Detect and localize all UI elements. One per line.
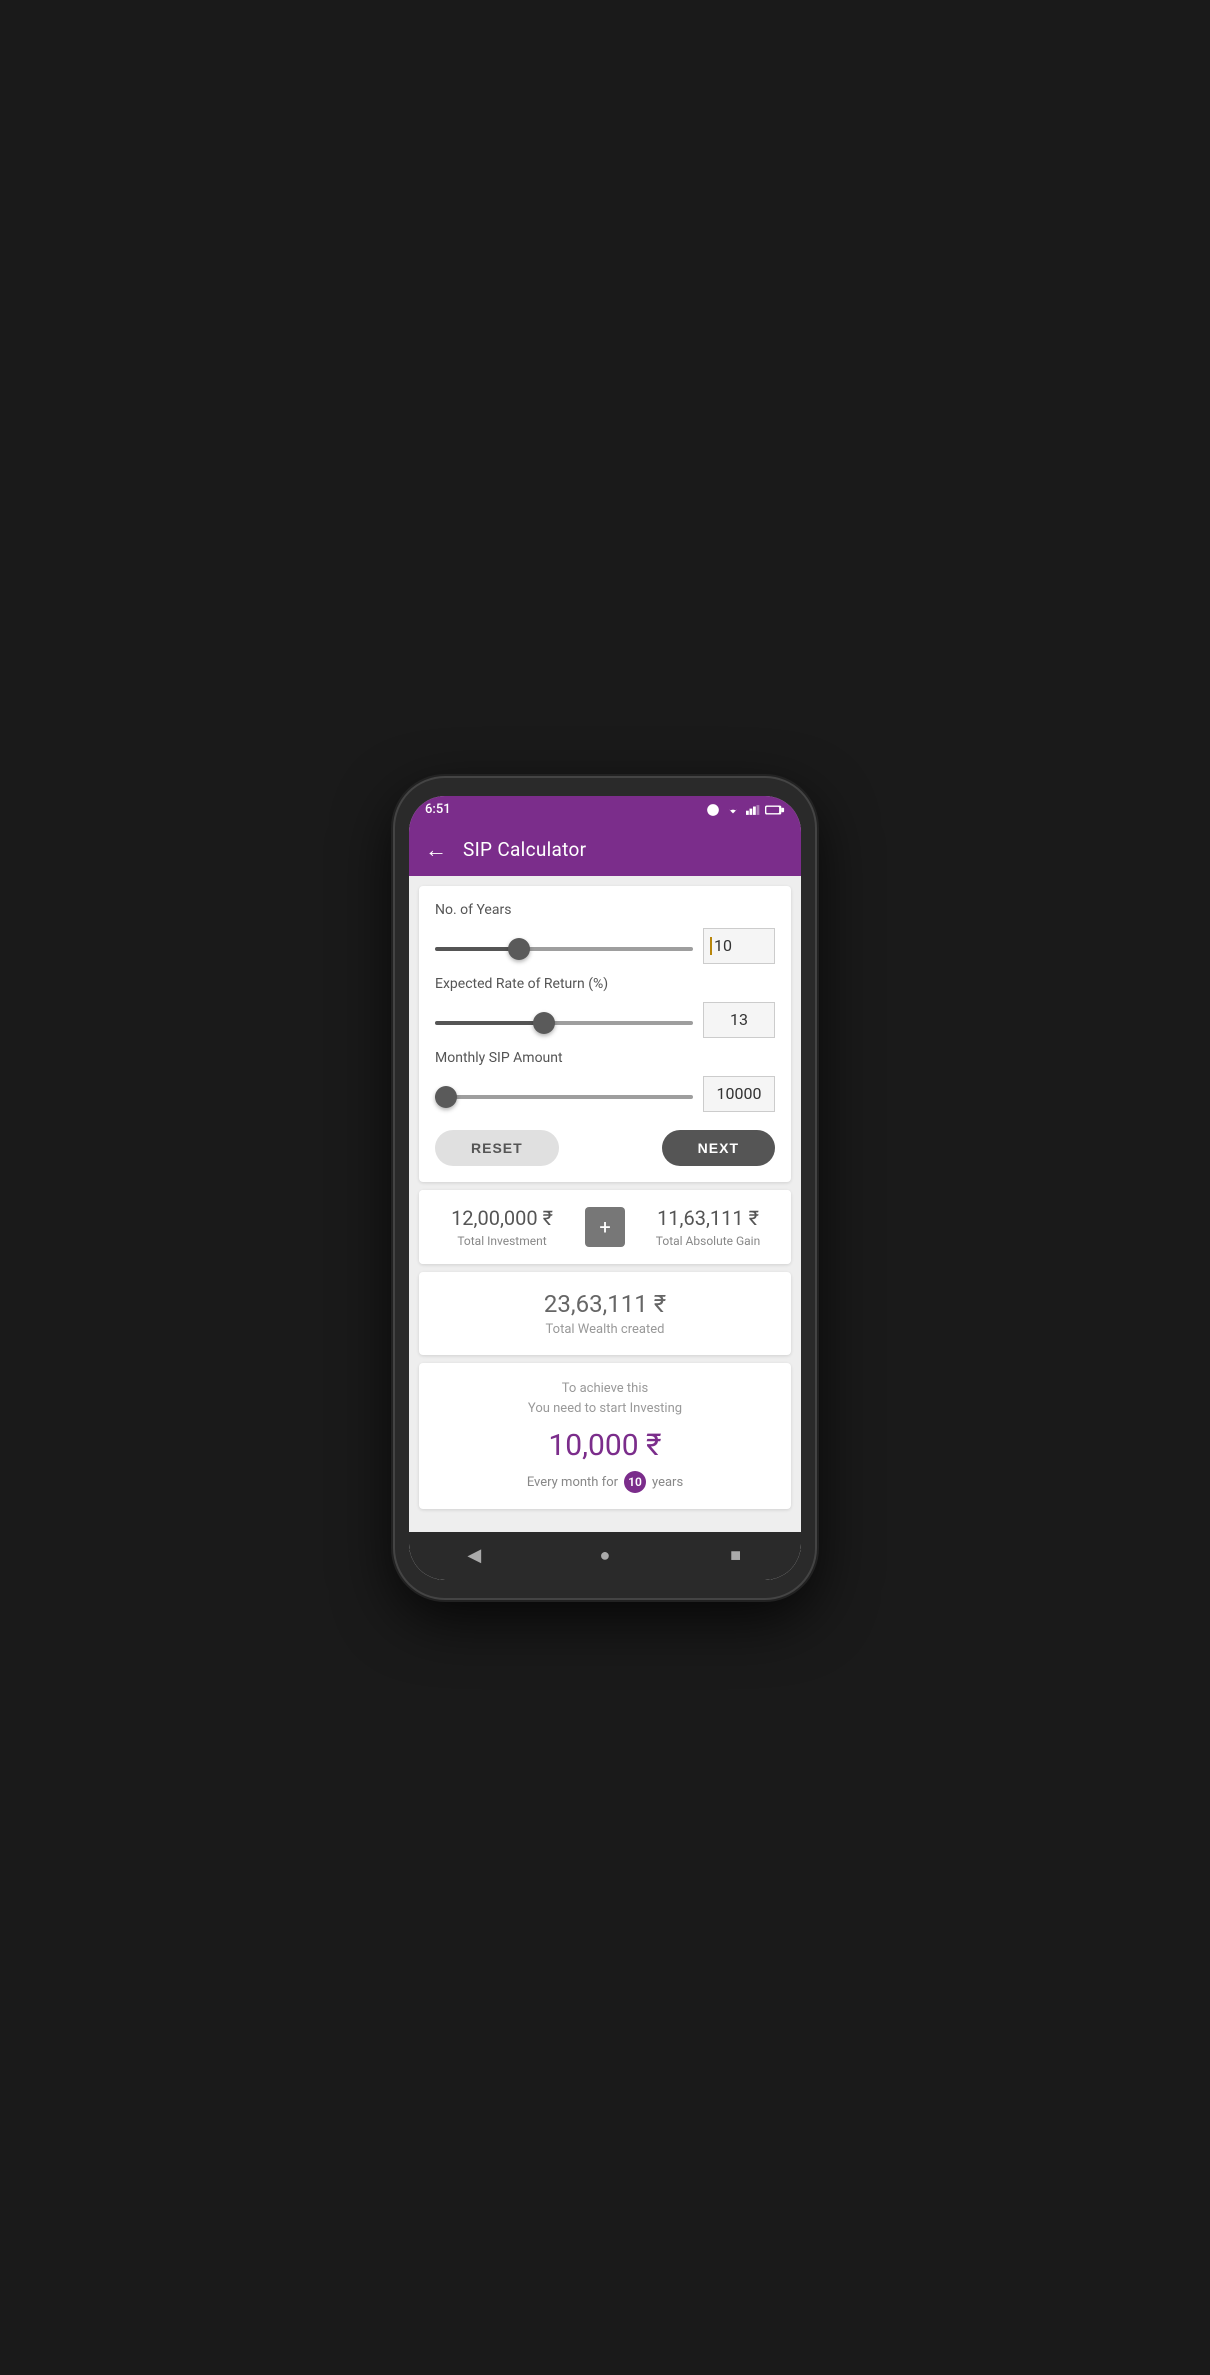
results-row: 12,00,000 ₹ Total Investment + 11,63,111…	[419, 1190, 791, 1264]
years-slider-container	[435, 936, 693, 955]
wifi-icon	[725, 804, 741, 816]
years-slider[interactable]	[435, 947, 693, 951]
invest-amount: 10,000 ₹	[435, 1428, 775, 1463]
battery-icon	[765, 804, 785, 816]
calculator-card: No. of Years 10 Expected Rate of Return …	[419, 886, 791, 1182]
nav-back-button[interactable]: ◀	[456, 1538, 492, 1574]
total-wealth-label: Total Wealth created	[437, 1322, 773, 1337]
app-bar: ← SIP Calculator	[409, 824, 801, 876]
status-icons	[706, 803, 785, 817]
total-wealth-card: 23,63,111 ₹ Total Wealth created	[419, 1272, 791, 1355]
total-investment-amount: 12,00,000 ₹	[429, 1206, 575, 1230]
invest-duration: Every month for 10 years	[435, 1471, 775, 1493]
years-value: 10	[714, 936, 732, 955]
years-badge: 10	[624, 1471, 646, 1493]
cursor-indicator	[710, 937, 712, 955]
rate-slider[interactable]	[435, 1021, 693, 1025]
signal-icon	[746, 804, 760, 816]
sip-slider-container	[435, 1084, 693, 1103]
rate-label: Expected Rate of Return (%)	[435, 976, 775, 992]
rate-value: 13	[730, 1010, 748, 1029]
plus-divider: +	[585, 1207, 625, 1247]
total-wealth-amount: 23,63,111 ₹	[437, 1290, 773, 1318]
total-gain-label: Total Absolute Gain	[635, 1234, 781, 1248]
total-investment-box: 12,00,000 ₹ Total Investment	[419, 1190, 585, 1264]
years-label: No. of Years	[435, 902, 775, 918]
invest-duration-text2: years	[652, 1475, 683, 1490]
nav-bar: ◀ ● ■	[409, 1532, 801, 1580]
years-row: 10	[435, 928, 775, 964]
buttons-row: RESET NEXT	[435, 1130, 775, 1166]
sip-label: Monthly SIP Amount	[435, 1050, 775, 1066]
status-time: 6:51	[425, 802, 451, 817]
rate-row: 13	[435, 1002, 775, 1038]
rate-value-box[interactable]: 13	[703, 1002, 775, 1038]
notification-icon	[706, 803, 720, 817]
invest-card: To achieve this You need to start Invest…	[419, 1363, 791, 1510]
sip-value: 10000	[717, 1084, 762, 1103]
invest-duration-text1: Every month for	[527, 1475, 618, 1490]
phone-screen: 6:51	[409, 796, 801, 1580]
next-button[interactable]: NEXT	[662, 1130, 775, 1166]
main-content: No. of Years 10 Expected Rate of Return …	[409, 876, 801, 1532]
total-gain-box: 11,63,111 ₹ Total Absolute Gain	[625, 1190, 791, 1264]
rate-slider-container	[435, 1010, 693, 1029]
invest-intro-line2: You need to start Investing	[528, 1401, 682, 1416]
invest-intro-line1: To achieve this	[562, 1381, 648, 1396]
total-investment-label: Total Investment	[429, 1234, 575, 1248]
years-value-box[interactable]: 10	[703, 928, 775, 964]
back-button[interactable]: ←	[425, 837, 447, 863]
status-bar: 6:51	[409, 796, 801, 824]
sip-slider[interactable]	[435, 1095, 693, 1099]
sip-row: 10000	[435, 1076, 775, 1112]
reset-button[interactable]: RESET	[435, 1130, 559, 1166]
invest-intro: To achieve this You need to start Invest…	[435, 1379, 775, 1421]
total-gain-amount: 11,63,111 ₹	[635, 1206, 781, 1230]
phone-shell: 6:51	[395, 778, 815, 1598]
nav-home-button[interactable]: ●	[587, 1538, 623, 1574]
nav-recent-button[interactable]: ■	[718, 1538, 754, 1574]
app-title: SIP Calculator	[463, 838, 586, 861]
sip-value-box[interactable]: 10000	[703, 1076, 775, 1112]
